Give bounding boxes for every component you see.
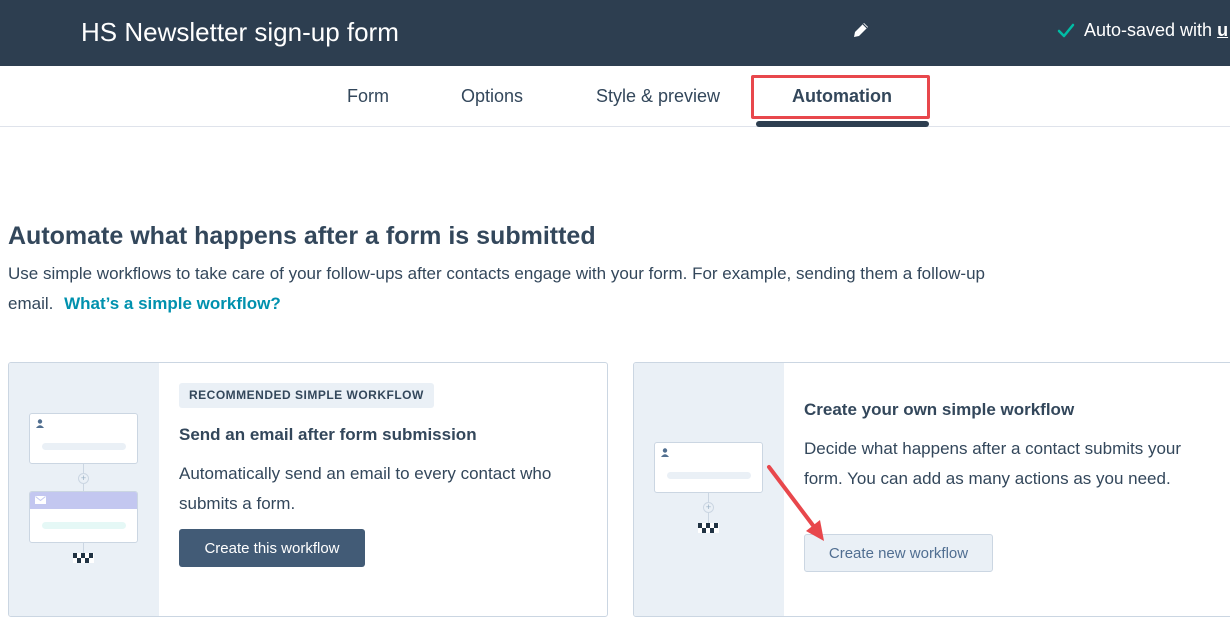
tab-form[interactable]: Form (347, 86, 389, 107)
recommended-badge: RECOMMENDED SIMPLE WORKFLOW (179, 383, 434, 408)
email-node-illustration (29, 491, 138, 543)
add-step-icon: + (78, 473, 89, 484)
card-description: Automatically send an email to every con… (179, 464, 552, 513)
workflow-illustration: + (9, 363, 159, 616)
trigger-node-illustration (654, 442, 763, 493)
card-title: Create your own simple workflow (804, 400, 1075, 419)
tab-options[interactable]: Options (461, 86, 523, 107)
finish-flag-icon (73, 553, 94, 563)
page-heading: Automate what happens after a form is su… (8, 222, 596, 250)
check-icon (1057, 23, 1075, 37)
create-new-workflow-button[interactable]: Create new workflow (804, 534, 993, 572)
custom-workflow-card: + Create your own simple workflow Decide… (633, 362, 1230, 617)
contact-icon (36, 419, 44, 428)
contact-icon (661, 448, 669, 457)
top-header: HS Newsletter sign-up form Auto-saved wi… (0, 0, 1230, 66)
trigger-node-illustration (29, 413, 138, 464)
form-title: HS Newsletter sign-up form (81, 17, 399, 47)
create-this-workflow-button[interactable]: Create this workflow (179, 529, 365, 567)
intro-text: Use simple workflows to take care of you… (8, 259, 1028, 319)
autosave-link[interactable]: u (1217, 20, 1228, 41)
recommended-workflow-card: + RECOMMENDED SIMPLE WORKFLOW Send an em… (8, 362, 608, 617)
card-description: Decide what happens after a contact subm… (804, 439, 1182, 488)
autosave-text: Auto-saved with (1084, 20, 1213, 40)
finish-flag-icon (698, 523, 719, 533)
add-step-icon: + (703, 502, 714, 513)
autosave-status: Auto-saved with u (1056, 20, 1228, 41)
workflow-illustration: + (634, 363, 784, 616)
tab-style-preview[interactable]: Style & preview (596, 86, 720, 107)
simple-workflow-help-link[interactable]: What’s a simple workflow? (64, 294, 281, 313)
card-title: Send an email after form submission (179, 425, 477, 444)
pencil-icon[interactable] (851, 20, 871, 40)
active-tab-indicator (756, 121, 929, 127)
tab-bar: Form Options Style & preview Automation (0, 66, 1230, 127)
envelope-icon (35, 496, 46, 504)
annotation-highlight-box (751, 75, 930, 119)
